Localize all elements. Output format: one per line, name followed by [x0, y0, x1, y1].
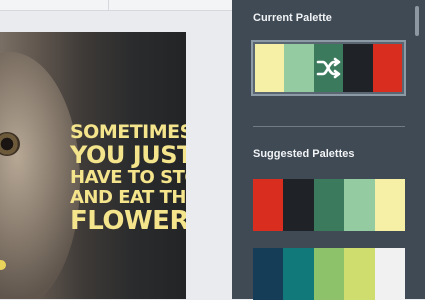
- current-swatch-3[interactable]: [313, 44, 344, 92]
- current-palette-title: Current Palette: [253, 12, 332, 24]
- suggested-palette-1[interactable]: [253, 179, 406, 231]
- suggested-palette-2[interactable]: [253, 248, 406, 300]
- panel-divider: [253, 126, 405, 127]
- poster-image[interactable]: SOMETIMES YOU JUST HAVE TO STOP AND EAT …: [0, 32, 186, 299]
- palette-panel: Current Palette Suggested Palettes: [232, 0, 425, 300]
- suggested-2-swatch-1: [253, 248, 284, 300]
- headline-line-4: AND EAT THE: [70, 186, 186, 208]
- headline-line-5: FLOWERS: [70, 206, 186, 237]
- suggested-2-swatch-2: [283, 248, 314, 300]
- suggested-1-swatch-5: [374, 179, 406, 231]
- monkey-photo: [0, 52, 80, 299]
- suggested-1-swatch-3: [313, 179, 345, 231]
- suggested-2-swatch-4: [344, 248, 375, 300]
- panel-scrollbar[interactable]: [415, 6, 419, 36]
- headline-line-1: SOMETIMES: [70, 121, 186, 143]
- top-bar-divider: [108, 0, 109, 10]
- headline-line-3: HAVE TO STOP: [70, 167, 186, 189]
- current-palette[interactable]: [251, 40, 406, 96]
- current-swatch-5[interactable]: [372, 44, 403, 92]
- suggested-1-swatch-2: [283, 179, 314, 231]
- suggested-1-swatch-4: [344, 179, 375, 231]
- suggested-2-swatch-5: [374, 248, 406, 300]
- suggested-2-swatch-3: [313, 248, 345, 300]
- current-swatch-1[interactable]: [255, 44, 285, 92]
- poster-headline[interactable]: SOMETIMES YOU JUST HAVE TO STOP AND EAT …: [70, 121, 186, 237]
- current-swatch-4[interactable]: [343, 44, 373, 92]
- canvas-top-bar: [0, 0, 232, 11]
- suggested-palettes-title: Suggested Palettes: [253, 148, 355, 160]
- headline-line-2: YOU JUST: [70, 140, 186, 169]
- current-palette-swatches: [255, 44, 403, 92]
- current-swatch-2[interactable]: [284, 44, 314, 92]
- suggested-1-swatch-1: [253, 179, 284, 231]
- shuffle-icon[interactable]: [316, 57, 342, 79]
